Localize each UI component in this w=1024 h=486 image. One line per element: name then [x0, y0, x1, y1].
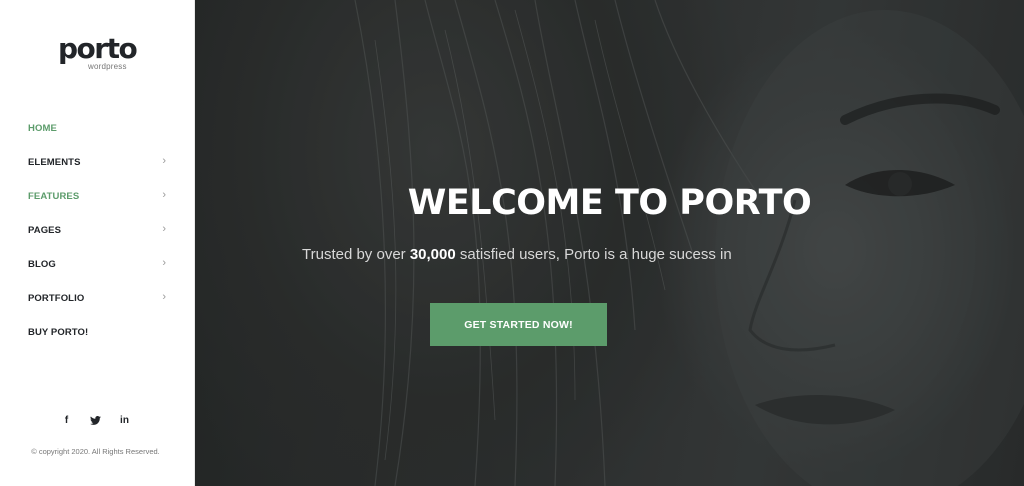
- menu-item-pages[interactable]: PAGES ›: [0, 213, 195, 247]
- copyright-text: © copyright 2020. All Rights Reserved.: [31, 447, 160, 456]
- hero-subtitle: Trusted by over 30,000 satisfied users, …: [302, 244, 736, 266]
- porto-logo[interactable]: porto wordpress: [58, 34, 148, 74]
- hero-title: WELCOME TO PORTO: [407, 183, 812, 223]
- menu-item-label: PAGES: [28, 224, 62, 236]
- hero-subtitle-post: satisfied users, Porto is a huge sucess …: [455, 246, 732, 263]
- hero-subtitle-pre: Trusted by over: [302, 246, 410, 263]
- menu-item-portfolio[interactable]: PORTFOLIO ›: [0, 281, 195, 315]
- chevron-right-icon: ›: [162, 222, 166, 235]
- logo-wordmark: porto: [58, 32, 138, 65]
- chevron-right-icon: ›: [162, 290, 166, 303]
- get-started-button[interactable]: GET STARTED NOW!: [430, 303, 607, 346]
- menu-item-features[interactable]: FEATURES ›: [0, 179, 195, 213]
- facebook-icon[interactable]: f: [60, 413, 74, 427]
- chevron-right-icon: ›: [162, 256, 166, 269]
- sidebar: porto wordpress HOME ELEMENTS › FEATURES…: [0, 0, 195, 486]
- hero-banner: WELCOME TO PORTO Trusted by over 30,000 …: [195, 0, 1024, 486]
- menu-item-elements[interactable]: ELEMENTS ›: [0, 145, 195, 179]
- main-menu: HOME ELEMENTS › FEATURES › PAGES › BLOG …: [0, 111, 195, 349]
- menu-item-blog[interactable]: BLOG ›: [0, 247, 195, 281]
- linkedin-icon[interactable]: in: [118, 413, 132, 427]
- twitter-bird-glyph: [90, 415, 101, 425]
- menu-item-label: HOME: [28, 122, 57, 134]
- hero-subtitle-count: 30,000: [409, 246, 456, 263]
- twitter-icon[interactable]: [89, 413, 103, 427]
- chevron-right-icon: ›: [162, 188, 166, 201]
- social-links: f in: [0, 413, 195, 427]
- menu-item-label: BUY PORTO!: [28, 326, 89, 338]
- chevron-right-icon: ›: [162, 154, 166, 167]
- hero-background-image: [195, 0, 1024, 486]
- menu-item-label: BLOG: [28, 258, 56, 270]
- menu-item-label: ELEMENTS: [28, 156, 81, 168]
- menu-item-home[interactable]: HOME: [0, 111, 195, 145]
- menu-item-buy-porto[interactable]: BUY PORTO!: [0, 315, 195, 349]
- menu-item-label: FEATURES: [28, 190, 80, 202]
- logo-subtitle: wordpress: [88, 62, 127, 71]
- menu-item-label: PORTFOLIO: [28, 292, 85, 304]
